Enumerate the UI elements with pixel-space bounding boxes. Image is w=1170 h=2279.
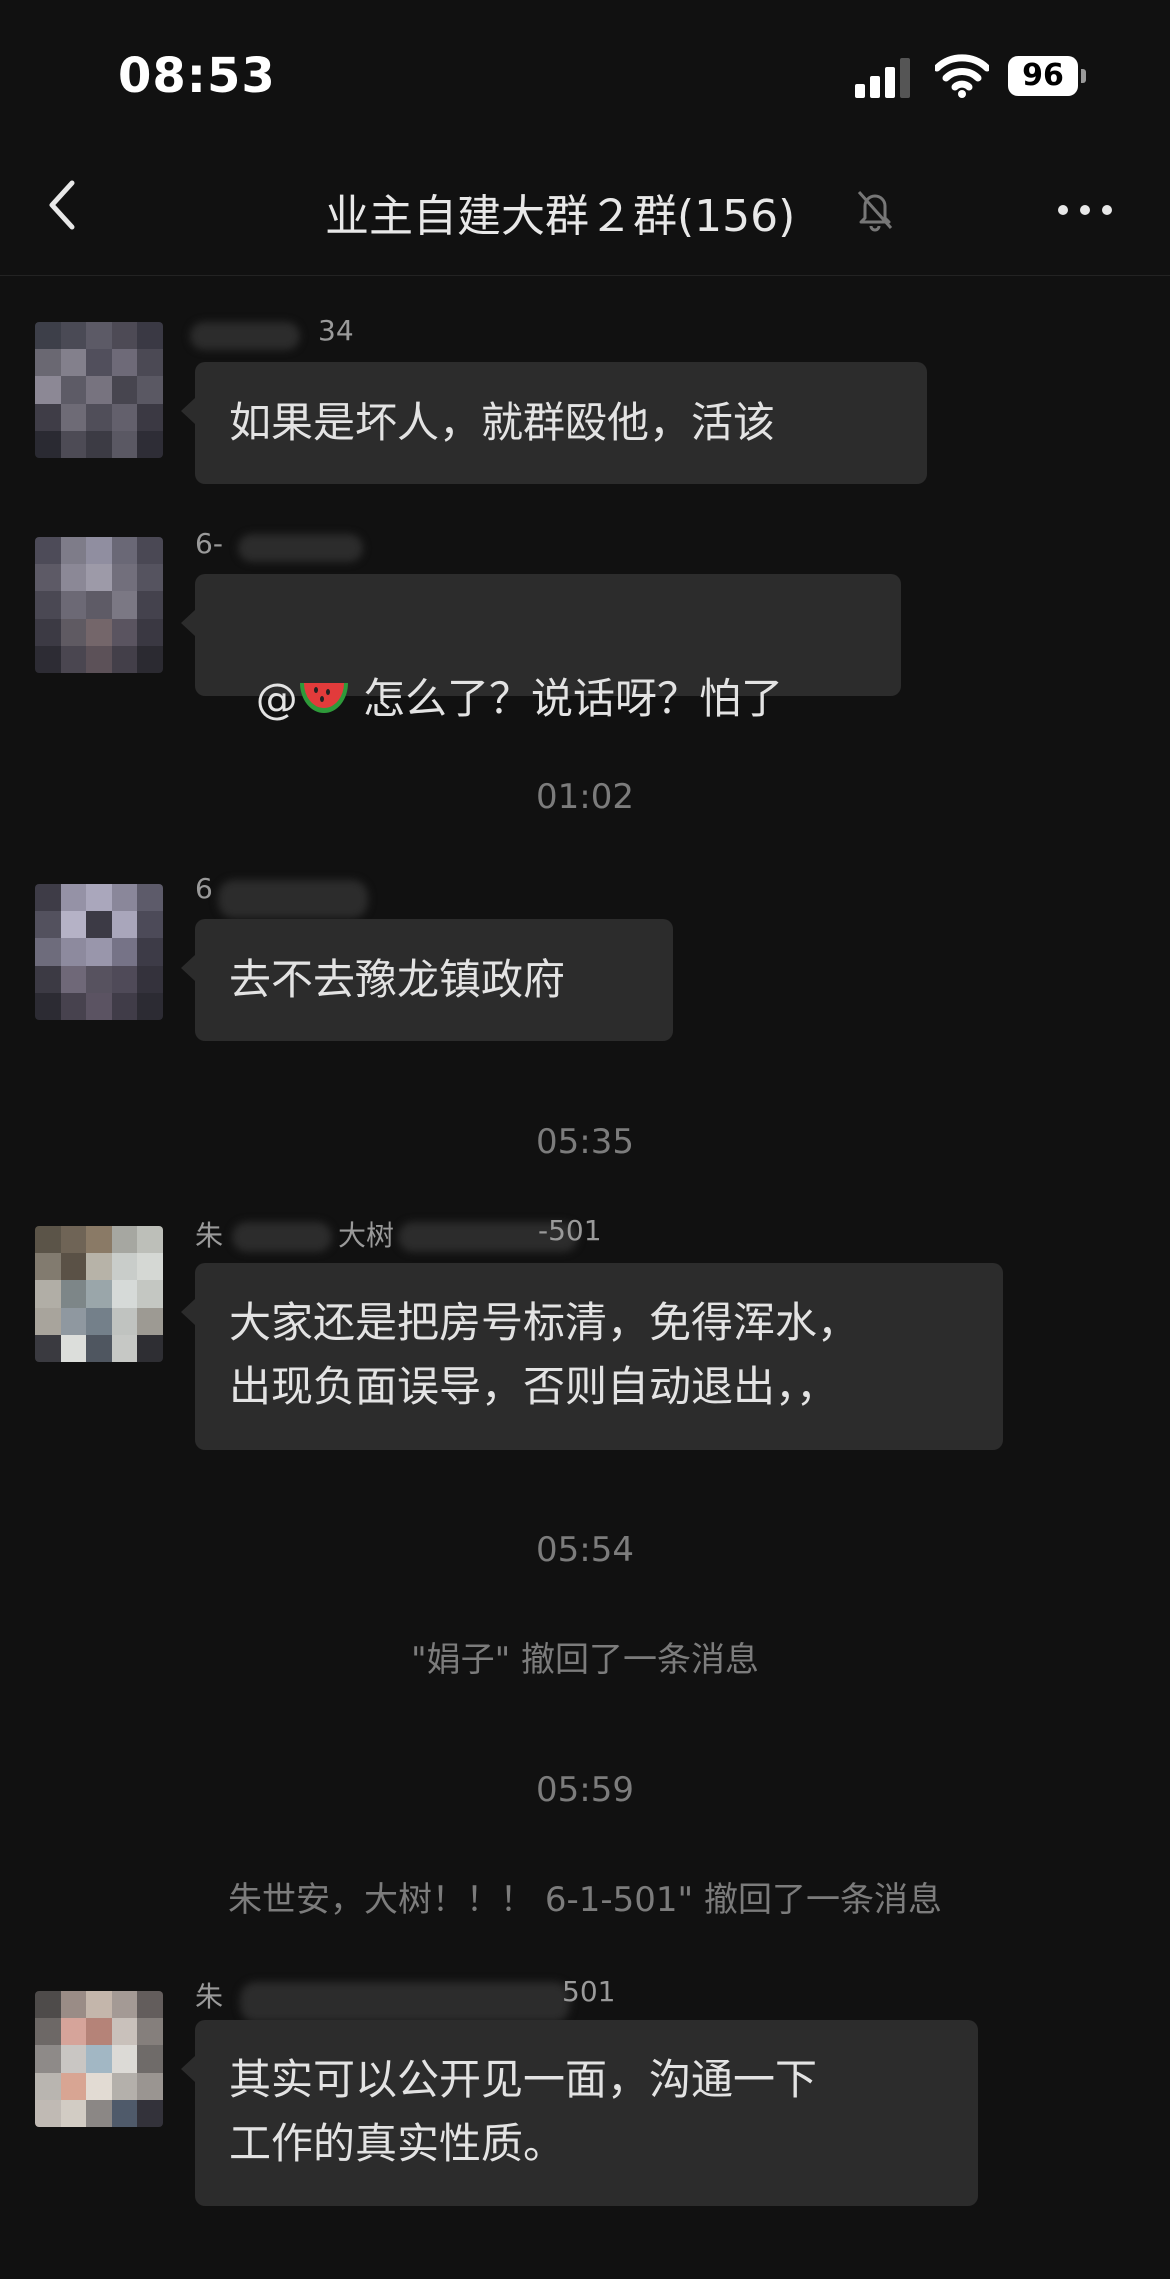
message-text: 怎么了？说话呀？怕了 <box>349 674 784 723</box>
battery-level: 96 <box>1022 58 1064 93</box>
avatar[interactable] <box>35 322 163 458</box>
signal-icon <box>855 58 910 98</box>
sender-name-redaction <box>238 534 363 562</box>
timestamp: 05:54 <box>536 1530 634 1570</box>
recall-notice: 朱世安，大树！！！ 6-1-501" 撤回了一条消息 <box>228 1880 942 1920</box>
status-time: 08:53 <box>118 48 276 104</box>
mention-text: @ <box>255 674 298 723</box>
sender-name-redaction <box>190 322 300 350</box>
message-bubble[interactable]: 去不去豫龙镇政府 <box>181 919 673 1041</box>
wifi-icon <box>935 54 989 98</box>
message-bubble[interactable]: 其实可以公开见一面，沟通一下 工作的真实性质。 <box>181 2020 978 2206</box>
sender-name: 朱 <box>195 1980 224 2013</box>
watermelon-emoji-icon <box>299 683 348 713</box>
sender-name-redaction <box>240 1982 570 2022</box>
timestamp: 05:35 <box>536 1122 634 1162</box>
message-bubble[interactable]: 大家还是把房号标清，免得浑水， 出现负面误导，否则自动退出，， <box>181 1263 1003 1450</box>
sender-name: -501 <box>538 1214 602 1247</box>
chat-header: 业主自建大群２群(156) <box>0 150 1170 276</box>
sender-name: 大树 <box>338 1219 395 1252</box>
timestamp: 01:02 <box>536 777 634 817</box>
avatar[interactable] <box>35 884 163 1020</box>
mute-bell-icon <box>857 191 893 232</box>
status-bar: 08:53 96 <box>0 0 1170 150</box>
message-bubble[interactable]: @ 怎么了？说话呀？怕了 <box>181 574 901 723</box>
avatar[interactable] <box>35 537 163 673</box>
recall-notice: "娟子" 撤回了一条消息 <box>410 1640 760 1680</box>
back-arrow-icon[interactable] <box>40 175 90 235</box>
sender-name-redaction <box>232 1222 332 1252</box>
avatar[interactable] <box>35 1226 163 1362</box>
sender-name: 501 <box>562 1975 616 2008</box>
more-dots-icon[interactable] <box>1055 202 1115 218</box>
sender-name-redaction <box>218 880 368 918</box>
sender-name: 6 <box>195 872 213 905</box>
sender-name: 34 <box>318 314 354 347</box>
avatar[interactable] <box>35 1991 163 2127</box>
timestamp: 05:59 <box>536 1770 634 1810</box>
battery-icon: 96 <box>1008 54 1086 98</box>
sender-name: 朱 <box>195 1219 224 1252</box>
chat-title: 业主自建大群２群(156) <box>325 191 796 242</box>
message-bubble[interactable]: 如果是坏人，就群殴他，活该 <box>181 362 927 484</box>
sender-name: 6- <box>195 527 223 560</box>
